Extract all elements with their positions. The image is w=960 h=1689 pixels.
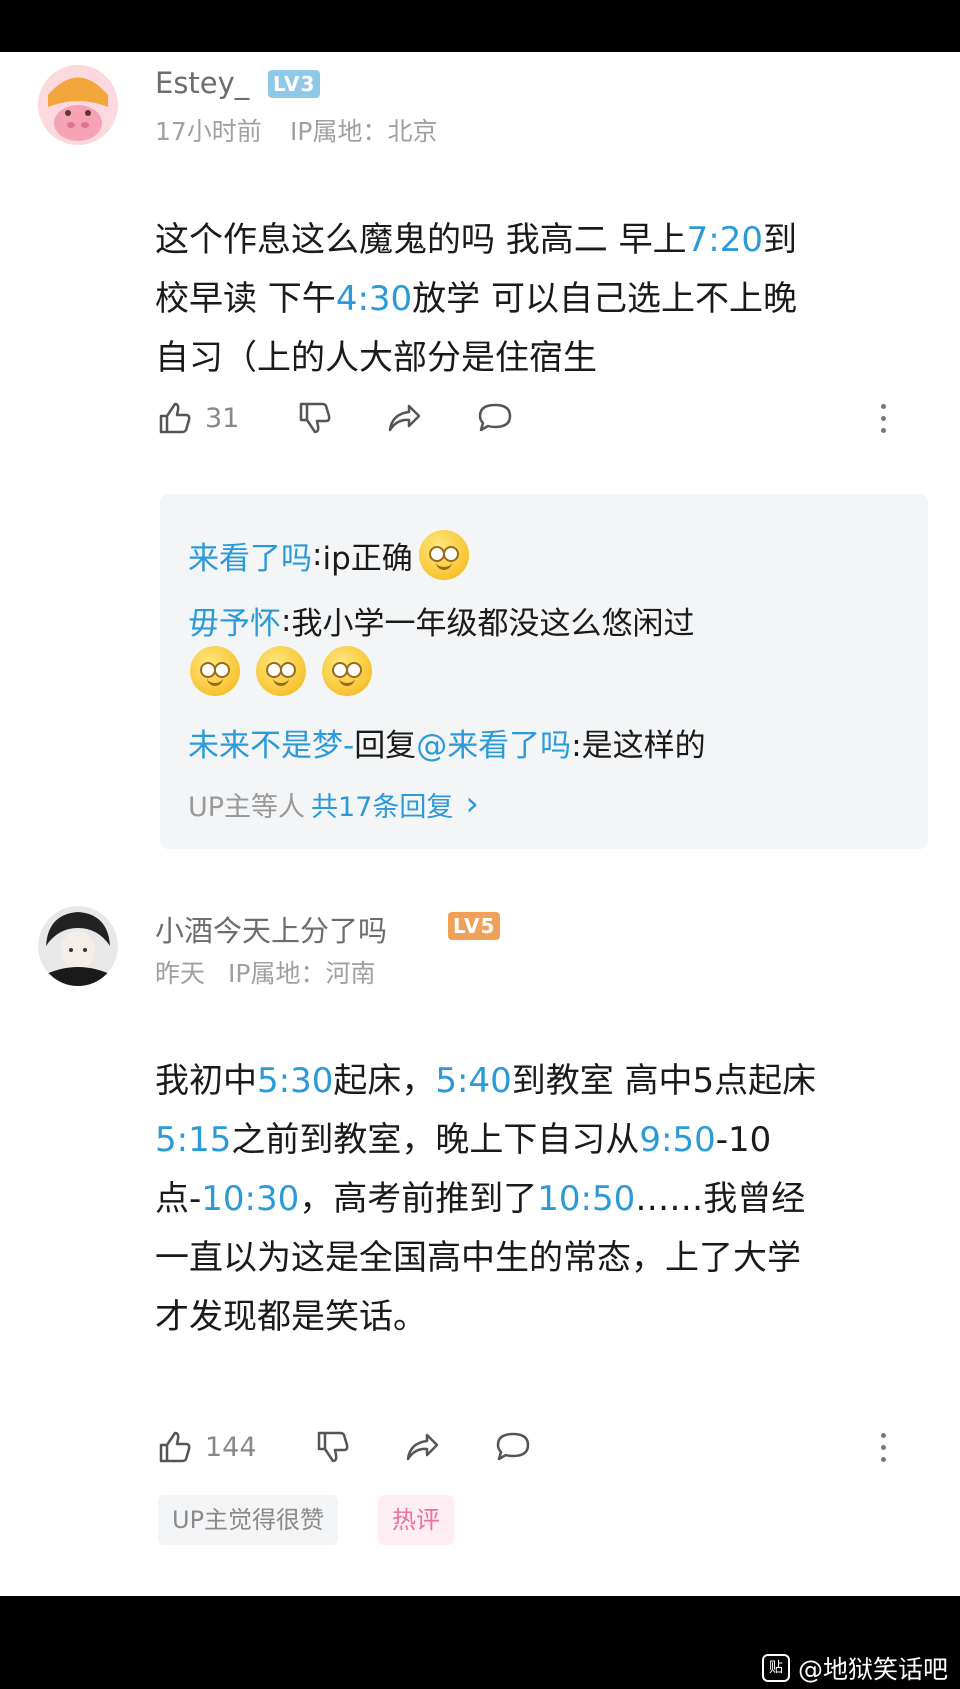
comment-body: 这个作息这么魔鬼的吗 我高二 早上7:20到 校早读 下午4:30放学 可以自己… (155, 211, 925, 388)
emoji-icon (190, 646, 240, 696)
content-line: 校早读 下午4:30放学 可以自己选上不上晚 (155, 279, 797, 319)
content-line: 自习（上的人大部分是住宿生 (155, 338, 597, 378)
watermark-text: @地狱笑话吧 (797, 1655, 948, 1684)
view-more-replies[interactable]: UP主等人 共17条回复 › (188, 784, 479, 824)
emoji-row (190, 646, 372, 696)
reply-button[interactable] (475, 395, 515, 441)
comment-body: 我初中5:30起床，5:40到教室 高中5点起床 5:15之前到教室，晚上下自习… (155, 1052, 925, 1347)
level-badge: LV3 (268, 70, 321, 98)
dislike-icon (317, 1431, 349, 1463)
avatar[interactable] (38, 906, 118, 986)
reply-button[interactable] (493, 1424, 533, 1470)
reply-item[interactable]: 来看了吗: ip正确 (188, 530, 469, 580)
like-icon (159, 402, 191, 434)
emoji-icon (256, 646, 306, 696)
reply-preview[interactable]: 来看了吗: ip正确 毋予怀: 我小学一年级都没这么悠闲过 未来不是梦- 回复 … (160, 494, 928, 849)
username[interactable]: 小酒今天上分了吗 (155, 908, 387, 950)
share-icon (388, 404, 421, 432)
up-liked-tag: UP主觉得很赞 (158, 1495, 339, 1545)
reply-icon (478, 403, 512, 432)
content-line: 我初中5:30起床，5:40到教室 高中5点起床 (155, 1061, 817, 1101)
reply-author[interactable]: 未来不是梦- (188, 720, 354, 765)
comment-time: 17小时前 (155, 117, 262, 146)
reply-item[interactable]: 毋予怀: 我小学一年级都没这么悠闲过 (188, 598, 694, 643)
like-count: 31 (205, 402, 240, 434)
comment-time: 昨天 (155, 959, 206, 988)
level-badge: LV5 (448, 912, 501, 940)
avatar[interactable] (38, 65, 118, 145)
content-line: 5:15之前到教室，晚上下自习从9:50-10 (155, 1120, 772, 1160)
ip-location: IP属地：北京 (290, 117, 438, 146)
more-icon[interactable] (871, 395, 895, 441)
more-icon[interactable] (871, 1424, 895, 1470)
emoji-icon (418, 530, 469, 580)
watermark: 贴 @地狱笑话吧 (761, 1654, 948, 1684)
reply-author[interactable]: 毋予怀 (188, 598, 281, 643)
content-line: 才发现都是笑话。 (155, 1297, 427, 1337)
like-icon (159, 1431, 191, 1463)
comment-actions: 144 (155, 1424, 895, 1470)
share-icon (406, 1433, 439, 1461)
like-button[interactable]: 144 (155, 1424, 257, 1470)
dislike-button[interactable] (295, 395, 335, 441)
content-line: 这个作息这么魔鬼的吗 我高二 早上7:20到 (155, 220, 797, 260)
chevron-right-icon: › (465, 784, 480, 824)
hot-comment-tag: 热评 (378, 1495, 454, 1545)
like-button[interactable]: 31 (155, 395, 239, 441)
content-line: 点-10:30，高考前推到了10:50……我曾经 (155, 1179, 806, 1219)
dislike-button[interactable] (313, 1424, 353, 1470)
tieba-logo-icon: 贴 (761, 1654, 790, 1682)
share-button[interactable] (403, 1424, 443, 1470)
reply-item[interactable]: 未来不是梦- 回复 @来看了吗 :是这样的 (188, 720, 706, 765)
comment-actions: 31 (155, 395, 895, 441)
dislike-icon (299, 402, 331, 434)
content-line: 一直以为这是全国高中生的常态，上了大学 (155, 1238, 801, 1278)
emoji-icon (322, 646, 372, 696)
username[interactable]: Estey_ (155, 66, 249, 100)
ip-location: IP属地：河南 (228, 959, 376, 988)
like-count: 144 (205, 1431, 257, 1463)
reply-icon (496, 1432, 530, 1461)
mention-link[interactable]: @来看了吗 (416, 720, 571, 765)
reply-author[interactable]: 来看了吗 (188, 533, 312, 578)
share-button[interactable] (385, 395, 425, 441)
comment-list: Estey_ LV3 17小时前 IP属地：北京 这个作息这么魔鬼的吗 我高二 … (0, 52, 960, 1596)
